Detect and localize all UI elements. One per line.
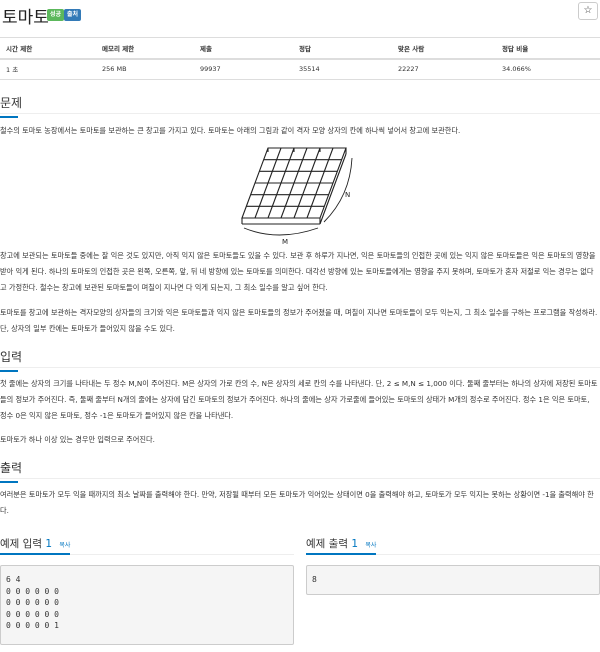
sample-input-heading: 예제 입력 1 복사 (0, 536, 294, 551)
value-solved: 22227 (392, 58, 496, 80)
value-memory-limit: 256 MB (96, 58, 194, 80)
sample-underline (0, 553, 70, 555)
sample-underline (306, 553, 376, 555)
problem-body-2: 토마토를 창고에 보관하는 격자모양의 상자들의 크기와 익은 토마토들과 익지… (0, 308, 598, 333)
value-time-limit: 1 초 (0, 58, 96, 80)
success-badge[interactable]: 성공 (47, 9, 65, 21)
input-body-2: 토마토가 하나 이상 있는 경우만 입력으로 주어진다. (0, 435, 155, 444)
favorite-button[interactable]: ☆ (578, 2, 598, 20)
input-body-1: 첫 줄에는 상자의 크기를 나타내는 두 정수 M,N이 주어진다. M은 상자… (0, 379, 598, 420)
value-submissions: 99937 (194, 58, 293, 80)
header-time-limit: 시간 제한 (0, 37, 96, 60)
sample-input-panel: 예제 입력 1 복사 6 4 0 0 0 0 0 0 0 0 0 0 0 0 0… (0, 536, 294, 645)
problem-title: 토마토 (2, 8, 49, 28)
n-dimension-arc (323, 157, 353, 223)
section-divider (0, 478, 600, 479)
value-accepted: 35514 (293, 58, 392, 80)
copy-sample-output-link[interactable]: 복사 (365, 542, 376, 549)
header-submissions: 제출 (194, 37, 293, 60)
value-ratio: 34.066% (496, 58, 600, 80)
sample-input-code[interactable]: 6 4 0 0 0 0 0 0 0 0 0 0 0 0 0 0 0 0 0 0 … (0, 565, 294, 645)
m-label: M (282, 238, 288, 246)
section-output-title: 출력 (0, 459, 22, 483)
sample-output-number: 1 (351, 538, 359, 550)
header-memory-limit: 메모리 제한 (96, 37, 194, 60)
star-icon: ☆ (583, 5, 593, 16)
output-body: 여러분은 토마토가 모두 익을 때까지의 최소 날짜를 출력해야 한다. 만약,… (0, 490, 594, 515)
sample-input-number: 1 (45, 538, 53, 550)
problem-intro: 철수의 토마토 농장에서는 토마토를 보관하는 큰 창고를 가지고 있다. 토마… (0, 126, 461, 135)
tomato-box-figure: M N (241, 147, 353, 246)
header-accepted: 정답 (293, 37, 392, 60)
section-divider (0, 367, 600, 368)
header-ratio: 정답 비율 (496, 37, 600, 60)
header-solved: 맞은 사람 (392, 37, 496, 60)
info-value-row: 1 초 256 MB 99937 35514 22227 34.066% (0, 58, 600, 80)
m-dimension-arc (243, 227, 319, 236)
info-header-row: 시간 제한 메모리 제한 제출 정답 맞은 사람 정답 비율 (0, 37, 600, 60)
section-input-title: 입력 (0, 348, 22, 372)
problem-body-1: 창고에 보관되는 토마토들 중에는 잘 익은 것도 있지만, 아직 익지 않은 … (0, 251, 596, 292)
section-problem-title: 문제 (0, 94, 22, 118)
sample-output-heading: 예제 출력 1 복사 (306, 536, 600, 551)
sample-output-code[interactable]: 8 (306, 565, 600, 595)
problem-header: 토마토 성공 출처 ☆ (0, 0, 600, 30)
copy-sample-input-link[interactable]: 복사 (59, 542, 70, 549)
section-divider (0, 113, 600, 114)
sample-input-title: 예제 입력 (0, 538, 42, 550)
n-label: N (345, 191, 350, 199)
source-badge[interactable]: 출처 (64, 9, 82, 21)
problem-info-table: 시간 제한 메모리 제한 제출 정답 맞은 사람 정답 비율 1 초 256 M… (0, 37, 600, 80)
sample-output-title: 예제 출력 (306, 538, 348, 550)
sample-output-panel: 예제 출력 1 복사 8 (306, 536, 600, 595)
